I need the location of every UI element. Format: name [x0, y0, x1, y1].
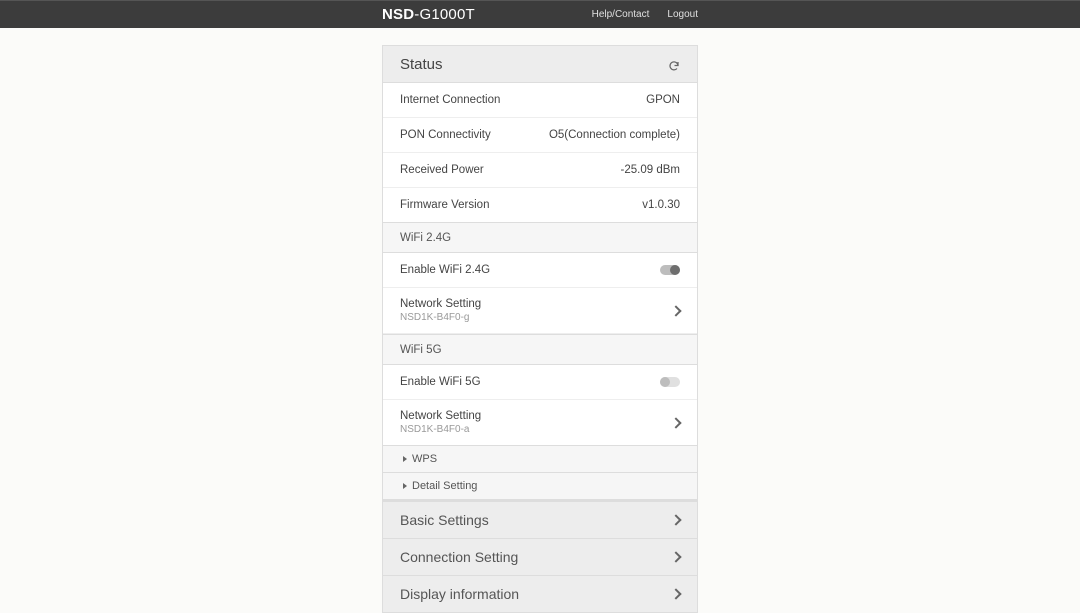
wifi5-enable-label: Enable WiFi 5G [400, 376, 481, 388]
row-pon: PON Connectivity O5(Connection complete) [383, 118, 697, 153]
nav-connection-setting[interactable]: Connection Setting [382, 539, 698, 576]
row-wifi5-enable: Enable WiFi 5G [383, 365, 697, 400]
chevron-right-icon [670, 514, 681, 525]
detail-setting-label: Detail Setting [412, 480, 477, 492]
wifi24-network-setting[interactable]: Network Setting NSD1K-B4F0-g [383, 288, 697, 334]
internet-value: GPON [646, 94, 680, 106]
wifi24-ssid: NSD1K-B4F0-g [400, 312, 481, 323]
chevron-right-icon [670, 417, 681, 428]
wifi5-network-setting[interactable]: Network Setting NSD1K-B4F0-a [383, 400, 697, 445]
fw-label: Firmware Version [400, 199, 489, 211]
wifi24-toggle[interactable] [660, 265, 680, 275]
wps-label: WPS [412, 453, 437, 465]
detail-setting-item[interactable]: Detail Setting [383, 472, 697, 500]
refresh-icon[interactable] [668, 59, 680, 71]
chevron-right-icon [670, 551, 681, 562]
status-panel: Status Internet Connection GPON PON Conn… [382, 45, 698, 501]
triangle-right-icon [403, 483, 407, 489]
top-links: Help/Contact Logout [592, 9, 698, 20]
wifi24-enable-label: Enable WiFi 2.4G [400, 264, 490, 276]
row-wifi24-enable: Enable WiFi 2.4G [383, 253, 697, 288]
brand-light: -G1000T [414, 6, 475, 23]
chevron-right-icon [670, 305, 681, 316]
wifi24-header: WiFi 2.4G [383, 222, 697, 253]
status-title: Status [400, 56, 443, 73]
pon-value: O5(Connection complete) [549, 129, 680, 141]
top-bar: NSD-G1000T Help/Contact Logout [0, 0, 1080, 28]
logout-link[interactable]: Logout [667, 9, 698, 20]
nav-conn-label: Connection Setting [400, 549, 518, 565]
wps-item[interactable]: WPS [383, 445, 697, 472]
status-header: Status [383, 46, 697, 83]
nav-basic-settings[interactable]: Basic Settings [382, 501, 698, 539]
row-power: Received Power -25.09 dBm [383, 153, 697, 188]
fw-value: v1.0.30 [642, 199, 680, 211]
wifi5-net-label: Network Setting [400, 410, 481, 422]
wifi24-net-label: Network Setting [400, 298, 481, 310]
nav-display-information[interactable]: Display information [382, 576, 698, 613]
power-label: Received Power [400, 164, 484, 176]
main-wrapper: Status Internet Connection GPON PON Conn… [382, 45, 698, 613]
triangle-right-icon [403, 456, 407, 462]
wifi5-ssid: NSD1K-B4F0-a [400, 424, 481, 435]
help-link[interactable]: Help/Contact [592, 9, 650, 20]
wifi5-toggle[interactable] [660, 377, 680, 387]
nav-display-label: Display information [400, 586, 519, 602]
internet-label: Internet Connection [400, 94, 500, 106]
nav-list: Basic Settings Connection Setting Displa… [382, 501, 698, 613]
pon-label: PON Connectivity [400, 129, 491, 141]
row-internet: Internet Connection GPON [383, 83, 697, 118]
chevron-right-icon [670, 588, 681, 599]
brand-bold: NSD [382, 6, 414, 23]
nav-basic-label: Basic Settings [400, 512, 489, 528]
power-value: -25.09 dBm [621, 164, 680, 176]
row-firmware: Firmware Version v1.0.30 [383, 188, 697, 222]
wifi5-header: WiFi 5G [383, 334, 697, 365]
brand: NSD-G1000T [382, 6, 475, 23]
